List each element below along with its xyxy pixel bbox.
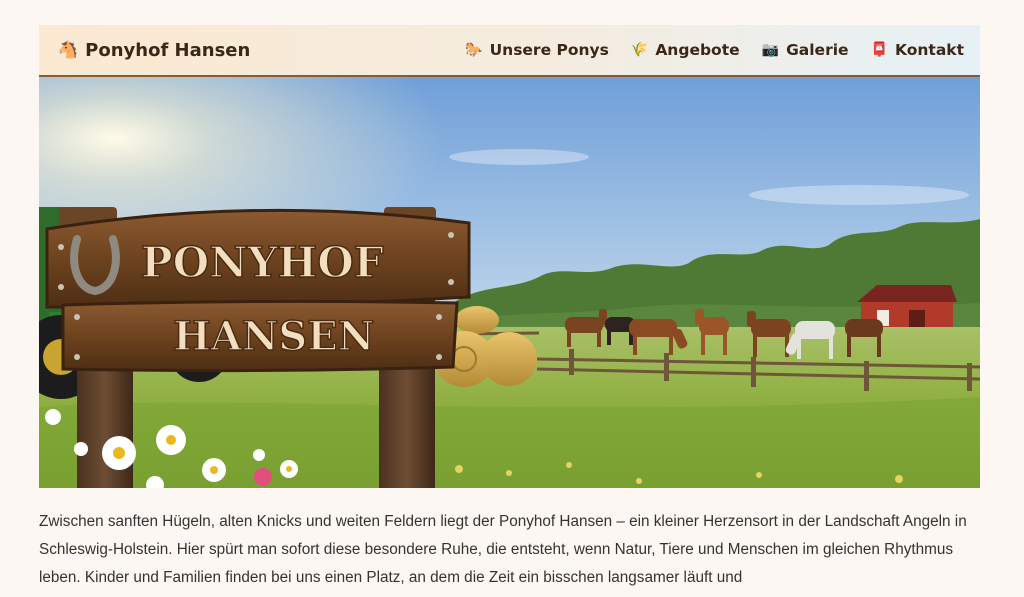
sign-text-ponyhof: PONYHOF bbox=[141, 238, 384, 287]
welcome-sign: PONYHOF HANSEN bbox=[45, 208, 471, 373]
hero-image: PONYHOF HANSEN bbox=[39, 77, 980, 488]
nav-link-angebote[interactable]: 🌾 Angebote bbox=[631, 41, 740, 59]
nav-link-label: Unsere Ponys bbox=[489, 41, 609, 59]
nav-link-ponys[interactable]: 🐎 Unsere Ponys bbox=[465, 41, 609, 59]
wheat-icon: 🌾 bbox=[630, 42, 649, 58]
page-container: 🐴 Ponyhof Hansen 🐎 Unsere Ponys 🌾 Angebo… bbox=[39, 25, 980, 488]
camera-icon: 📷 bbox=[761, 42, 780, 58]
horse-icon: 🐴 bbox=[57, 40, 79, 60]
sign-text-hansen: HANSEN bbox=[173, 313, 374, 360]
mailbox-icon: 📮 bbox=[870, 42, 888, 58]
site-header: 🐴 Ponyhof Hansen 🐎 Unsere Ponys 🌾 Angebo… bbox=[39, 25, 980, 77]
nav-link-kontakt[interactable]: 📮 Kontakt bbox=[871, 41, 964, 59]
site-title: Ponyhof Hansen bbox=[85, 39, 251, 61]
main-nav: 🐎 Unsere Ponys 🌾 Angebote 📷 Galerie 📮 Ko… bbox=[465, 41, 964, 59]
nav-link-label: Angebote bbox=[655, 41, 740, 59]
pony-icon: 🐎 bbox=[465, 42, 483, 58]
intro-paragraph: Zwischen sanften Hügeln, alten Knicks un… bbox=[39, 513, 967, 586]
site-logo[interactable]: 🐴 Ponyhof Hansen bbox=[57, 40, 250, 61]
nav-link-label: Galerie bbox=[786, 41, 849, 59]
nav-link-galerie[interactable]: 📷 Galerie bbox=[762, 41, 849, 59]
nav-link-label: Kontakt bbox=[894, 41, 964, 59]
